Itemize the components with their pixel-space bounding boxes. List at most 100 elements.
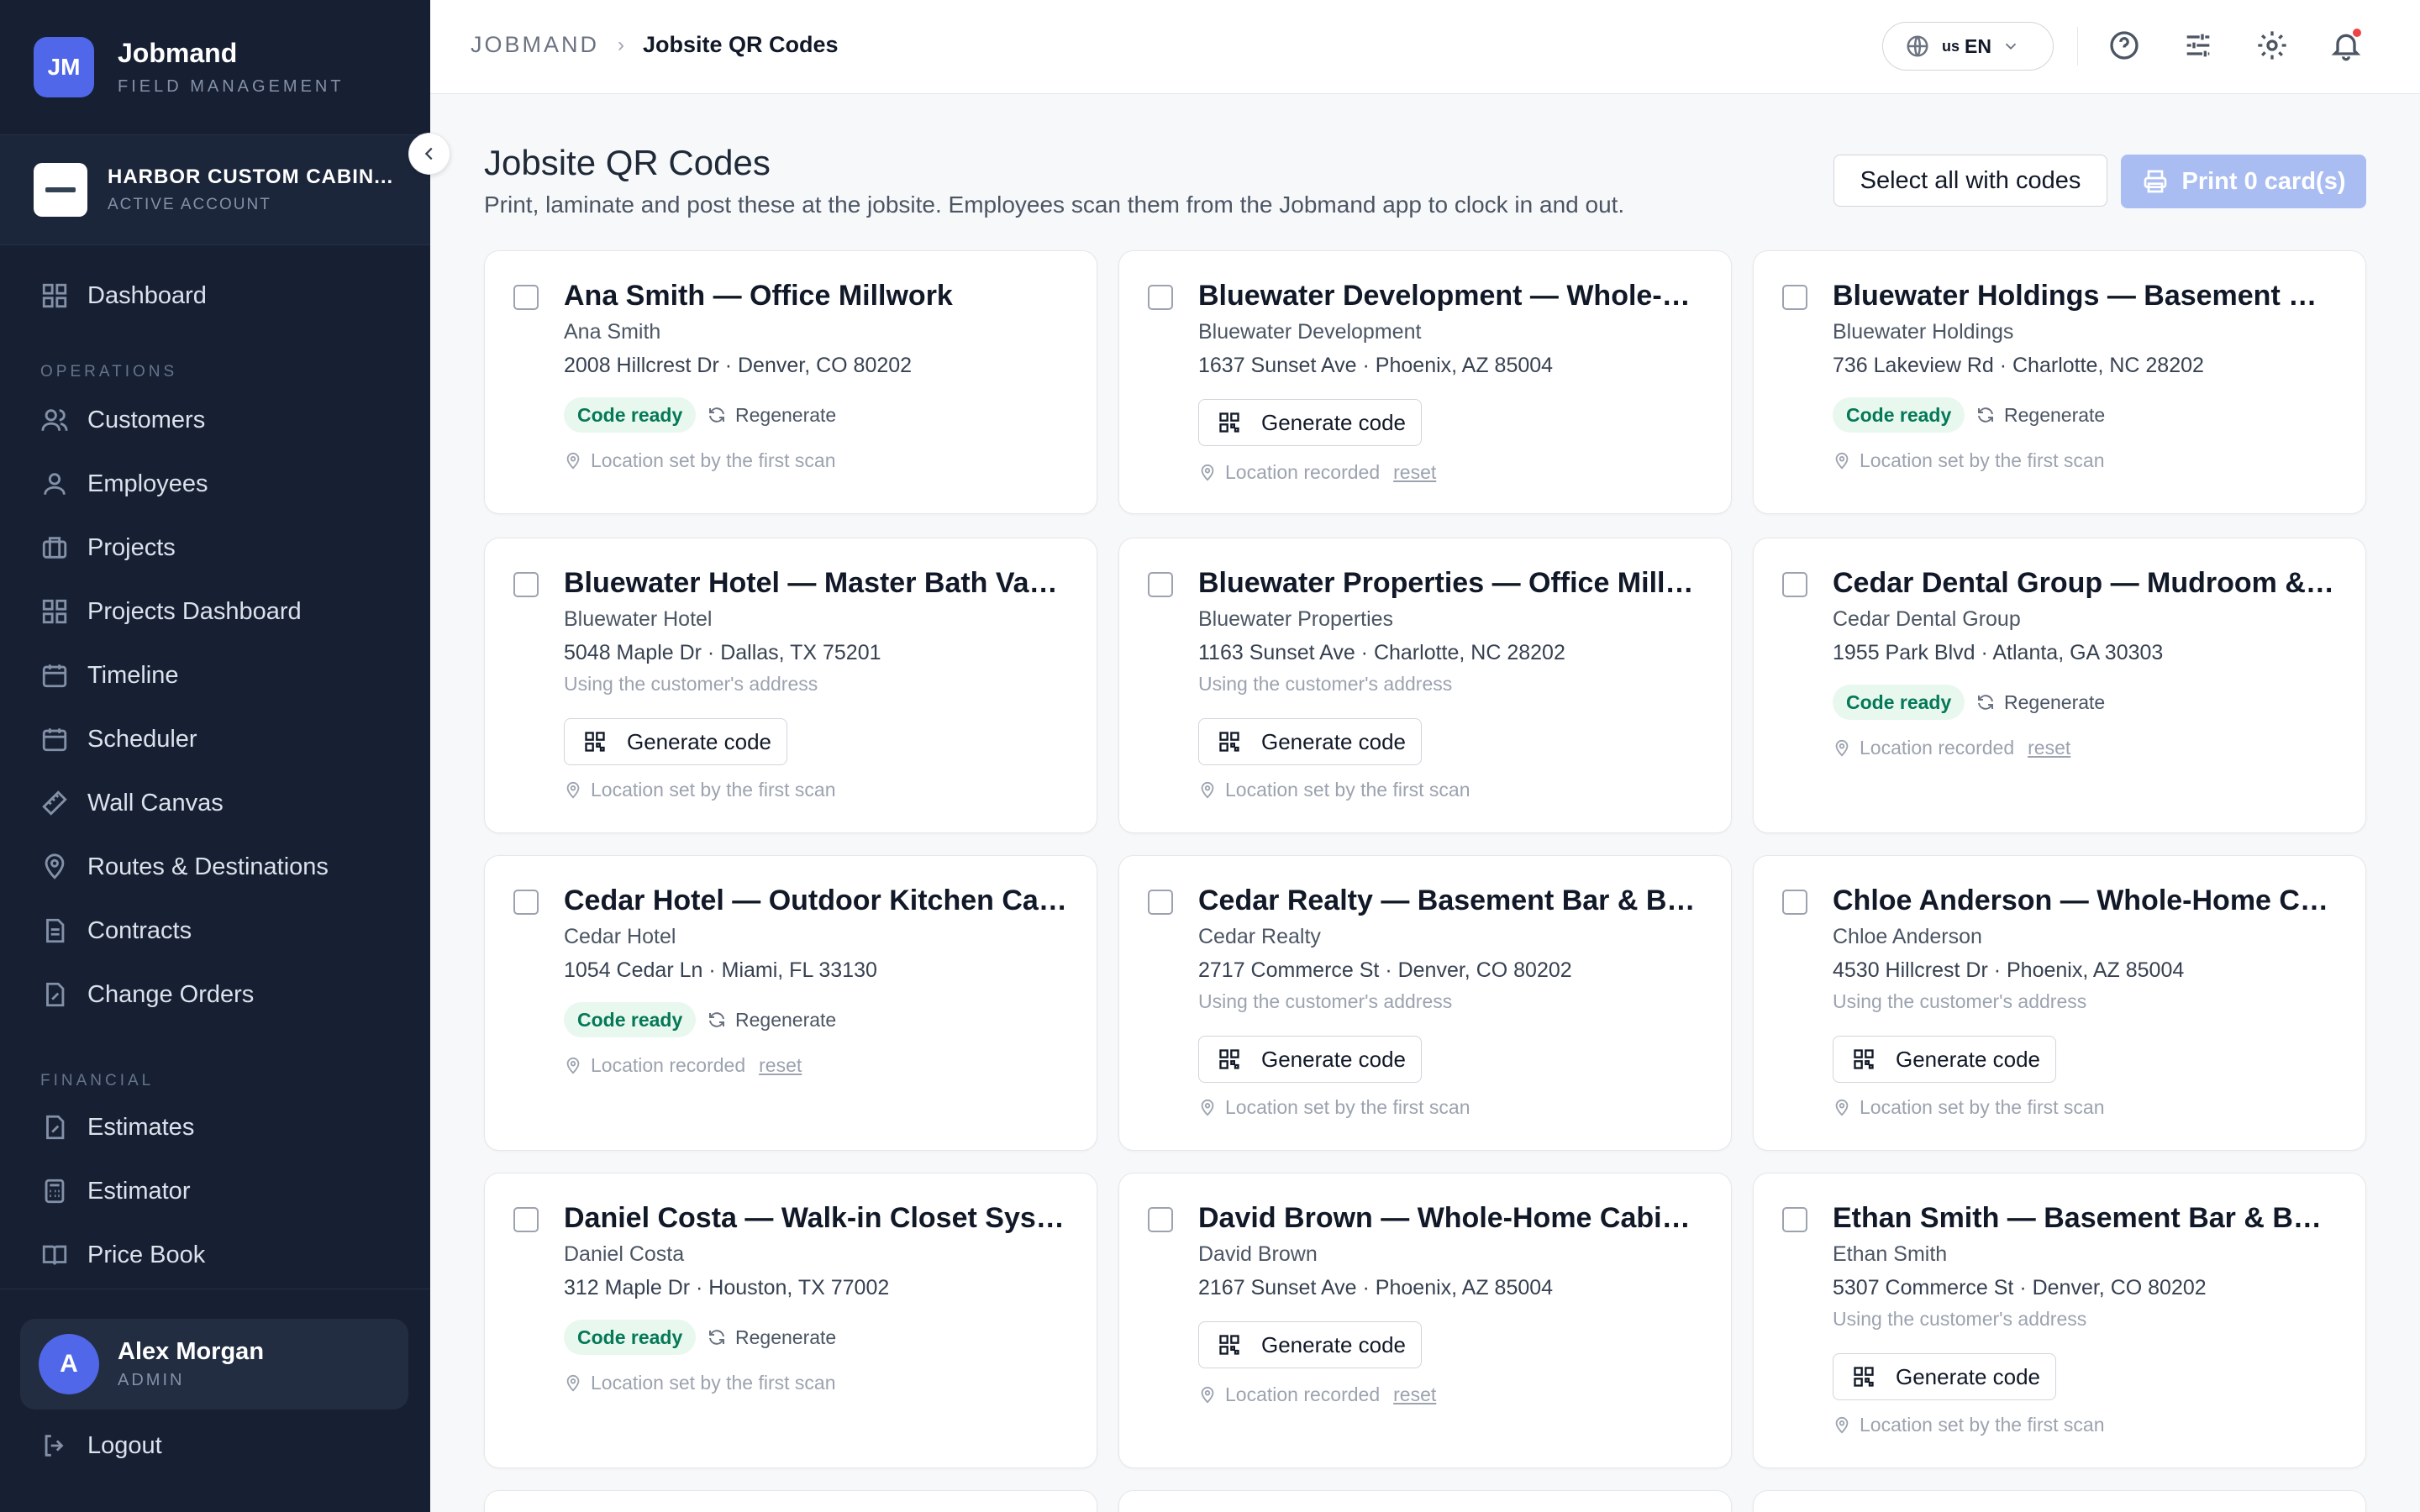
generate-code-button[interactable]: Generate code — [564, 718, 787, 765]
qr-code-icon — [1219, 412, 1239, 433]
user-profile[interactable]: A Alex Morgan ADMIN — [20, 1319, 408, 1410]
card-note: Using the customer's address — [1198, 673, 1453, 695]
card-checkbox[interactable] — [1782, 285, 1807, 310]
generate-code-button[interactable]: Generate code — [1198, 399, 1422, 446]
reset-location-link[interactable]: reset — [1393, 1383, 1436, 1406]
card-checkbox[interactable] — [1148, 1207, 1173, 1232]
select-all-button[interactable]: Select all with codes — [1833, 155, 2107, 207]
sidebar-item-wall-canvas[interactable]: Wall Canvas — [40, 780, 224, 827]
location-text: Location set by the first scan — [591, 449, 836, 471]
qr-code-icon — [585, 732, 605, 752]
card-checkbox[interactable] — [513, 890, 539, 915]
card-checkbox[interactable] — [1148, 572, 1173, 597]
card-checkbox[interactable] — [513, 1207, 539, 1232]
card-customer: Bluewater Properties — [1198, 607, 1394, 631]
help-button[interactable] — [2107, 29, 2141, 62]
sidebar-item-label: Employees — [87, 470, 208, 497]
sidebar-item-projects[interactable]: Projects — [40, 524, 176, 571]
sidebar-item-routes[interactable]: Routes & Destinations — [40, 843, 329, 890]
card-checkbox[interactable] — [513, 285, 539, 310]
card-checkbox[interactable] — [1782, 572, 1807, 597]
qr-card: Cedar Hotel — Outdoor Kitchen Cabi... Ce… — [484, 855, 1097, 1151]
brand-subtitle: FIELD MANAGEMENT — [118, 77, 345, 96]
generate-code-button[interactable]: Generate code — [1198, 1036, 1422, 1083]
sidebar-item-scheduler[interactable]: Scheduler — [40, 716, 197, 763]
regenerate-button[interactable]: Regenerate — [707, 397, 836, 433]
filters-button[interactable] — [2181, 29, 2215, 62]
sidebar-item-projects-dashboard[interactable]: Projects Dashboard — [40, 588, 302, 635]
location-status: Location set by the first scan — [1833, 1414, 2105, 1436]
regenerate-button[interactable]: Regenerate — [1975, 685, 2105, 720]
status-badge: Code ready — [1833, 685, 1965, 720]
user-role: ADMIN — [118, 1371, 185, 1389]
card-title: Bluewater Holdings — Basement Bar... — [1833, 280, 2337, 312]
generate-code-button[interactable]: Generate code — [1833, 1353, 2056, 1400]
brand-name: Jobmand — [118, 38, 238, 68]
card-checkbox[interactable] — [513, 572, 539, 597]
language-selector[interactable]: us EN — [1882, 22, 2054, 71]
reset-location-link[interactable]: reset — [1393, 461, 1436, 484]
regenerate-button[interactable]: Regenerate — [707, 1002, 836, 1037]
sidebar-item-employees[interactable]: Employees — [40, 460, 208, 507]
generate-code-button[interactable]: Generate code — [1198, 1321, 1422, 1368]
regenerate-button[interactable]: Regenerate — [1975, 397, 2105, 433]
sidebar-item-dashboard[interactable]: Dashboard — [40, 272, 207, 319]
card-checkbox[interactable] — [1148, 285, 1173, 310]
collapse-sidebar-button[interactable] — [408, 133, 450, 175]
settings-button[interactable] — [2255, 29, 2289, 62]
card-address: 736 Lakeview Rd · Charlotte, NC 28202 — [1833, 354, 2204, 377]
grid-icon — [42, 599, 67, 624]
qr-card — [484, 1490, 1097, 1512]
card-checkbox[interactable] — [1148, 890, 1173, 915]
qr-card — [1753, 1490, 2366, 1512]
card-address: 2717 Commerce St · Denver, CO 80202 — [1198, 958, 1572, 982]
reset-location-link[interactable]: reset — [2028, 737, 2070, 759]
map-pin-icon — [566, 781, 580, 799]
sidebar-item-price-book[interactable]: Price Book — [40, 1231, 205, 1278]
regenerate-label: Regenerate — [735, 403, 837, 426]
sidebar-item-timeline[interactable]: Timeline — [40, 652, 179, 699]
sidebar-item-label: Change Orders — [87, 980, 255, 1008]
generate-code-label: Generate code — [627, 728, 772, 754]
card-title: David Brown — Whole-Home Cabine... — [1198, 1202, 1702, 1234]
notifications-button[interactable] — [2329, 27, 2363, 62]
regenerate-button[interactable]: Regenerate — [707, 1320, 836, 1355]
print-cards-button[interactable]: Print 0 card(s) — [2121, 155, 2366, 208]
qr-code-icon — [1219, 732, 1239, 752]
card-title: Chloe Anderson — Whole-Home Ca... — [1833, 885, 2337, 916]
card-address: 312 Maple Dr · Houston, TX 77002 — [564, 1276, 890, 1299]
card-checkbox[interactable] — [1782, 1207, 1807, 1232]
sidebar-item-change-orders[interactable]: Change Orders — [40, 971, 254, 1018]
document-icon — [46, 918, 65, 943]
calculator-icon — [45, 1179, 65, 1204]
breadcrumb-separator-icon: › — [618, 33, 625, 56]
sidebar-item-estimator[interactable]: Estimator — [40, 1168, 190, 1215]
breadcrumb-root[interactable]: JOBMAND — [471, 32, 599, 58]
nav-section-financial: FINANCIAL — [40, 1072, 155, 1089]
card-checkbox[interactable] — [1782, 890, 1807, 915]
sidebar-item-estimates[interactable]: Estimates — [40, 1104, 194, 1151]
briefcase-icon — [42, 537, 67, 559]
generate-code-button[interactable]: Generate code — [1198, 718, 1422, 765]
card-address: 4530 Hillcrest Dr · Phoenix, AZ 85004 — [1833, 958, 2185, 982]
logout-button[interactable]: Logout — [40, 1431, 162, 1460]
location-status: Location recorded reset — [1198, 461, 1436, 484]
logout-icon — [45, 1435, 64, 1457]
generate-code-button[interactable]: Generate code — [1833, 1036, 2056, 1083]
reset-location-link[interactable]: reset — [759, 1054, 802, 1077]
card-address: 1163 Sunset Ave · Charlotte, NC 28202 — [1198, 641, 1565, 664]
qr-card: Ethan Smith — Basement Bar & Built... Et… — [1753, 1173, 2366, 1468]
card-customer: Bluewater Holdings — [1833, 320, 2014, 344]
map-pin-icon — [566, 1057, 580, 1074]
map-pin-icon — [1835, 452, 1849, 470]
sidebar-item-contracts[interactable]: Contracts — [40, 907, 192, 954]
card-customer: Ana Smith — [564, 320, 661, 344]
brand[interactable]: JM Jobmand FIELD MANAGEMENT — [34, 34, 403, 101]
sidebar-item-label: Scheduler — [87, 725, 197, 753]
nav-section-operations: OPERATIONS — [40, 363, 178, 381]
sidebar-item-customers[interactable]: Customers — [40, 396, 205, 444]
account-switcher[interactable]: HARBOR CUSTOM CABIN... ACTIVE ACCOUNT — [0, 134, 430, 245]
location-text: Location recorded — [1860, 737, 2015, 759]
card-customer: Bluewater Hotel — [564, 607, 713, 631]
user-icon — [44, 473, 66, 495]
